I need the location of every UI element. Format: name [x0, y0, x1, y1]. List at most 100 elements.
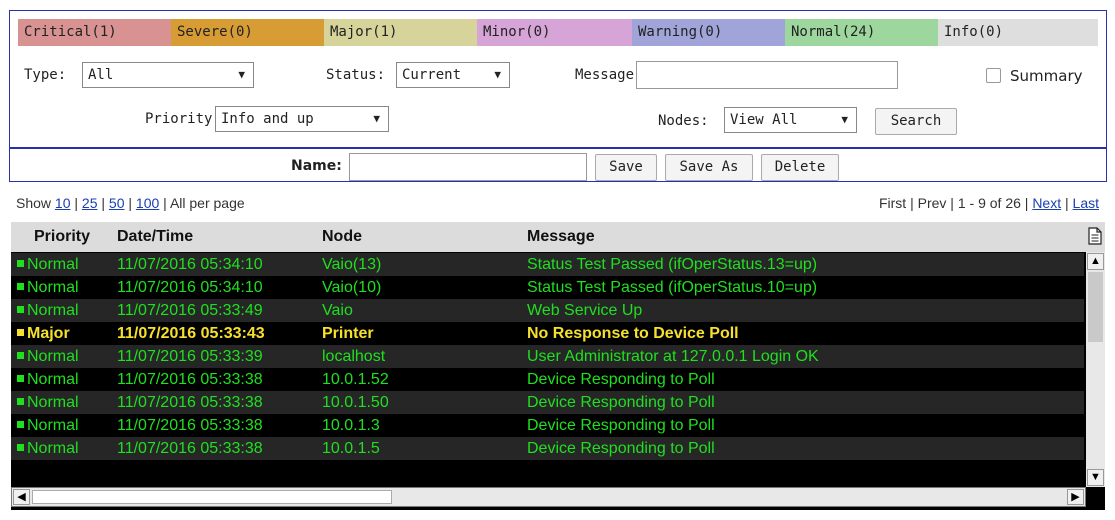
table-row[interactable]: Normal 11/07/2016 05:34:10 Vaio(13) Status …: [11, 253, 1084, 276]
cell-priority: Normal: [17, 414, 79, 437]
priority-select-value: Info and up: [221, 111, 314, 127]
cell-node: Vaio(10): [322, 279, 382, 296]
nodes-label: Nodes:: [658, 113, 709, 129]
panel-divider: [10, 147, 1106, 149]
priority-text: Major: [27, 325, 70, 342]
priority-square-icon: [17, 329, 24, 336]
page-size-10[interactable]: 10: [55, 195, 71, 211]
type-select[interactable]: All ▼: [82, 62, 254, 88]
status-select[interactable]: Current ▼: [396, 62, 510, 88]
col-header-datetime[interactable]: Date/Time: [117, 228, 193, 246]
severity-minor[interactable]: Minor(0): [477, 19, 632, 46]
cell-priority: Normal: [17, 253, 79, 276]
severity-bar: Critical(1) Severe(0) Major(1) Minor(0) …: [18, 19, 1098, 46]
table-row[interactable]: Normal 11/07/2016 05:33:39 localhost User A…: [11, 345, 1084, 368]
delete-button[interactable]: Delete: [761, 154, 839, 181]
cell-node: Vaio(13): [322, 256, 382, 273]
priority-text: Normal: [27, 371, 79, 388]
chevron-down-icon: ▼: [373, 112, 380, 125]
cell-node: Vaio: [322, 302, 353, 319]
cell-datetime: 11/07/2016 05:33:38: [117, 440, 263, 457]
priority-text: Normal: [27, 417, 79, 434]
page-size-100[interactable]: 100: [136, 195, 159, 211]
arrow-left-icon[interactable]: ◀: [13, 489, 30, 505]
col-header-priority[interactable]: Priority: [34, 228, 90, 246]
cell-priority: Normal: [17, 368, 79, 391]
severity-severe[interactable]: Severe(0): [171, 19, 324, 46]
page-range: 1 - 9 of 26: [957, 195, 1021, 211]
filter-panel: Critical(1) Severe(0) Major(1) Minor(0) …: [9, 10, 1107, 182]
severity-major[interactable]: Major(1): [324, 19, 477, 46]
table-row[interactable]: Normal 11/07/2016 05:33:38 10.0.1.5 Device …: [11, 437, 1084, 460]
cell-priority: Major: [17, 322, 70, 345]
message-input[interactable]: [636, 61, 898, 89]
table-row[interactable]: Normal 11/07/2016 05:33:49 Vaio Web Service…: [11, 299, 1084, 322]
arrow-right-icon[interactable]: ▶: [1067, 489, 1084, 505]
cell-datetime: 11/07/2016 05:33:38: [117, 417, 263, 434]
table-row[interactable]: Normal 11/07/2016 05:34:10 Vaio(10) Status …: [11, 276, 1084, 299]
cell-priority: Normal: [17, 276, 79, 299]
nodes-select[interactable]: View All ▼: [724, 107, 857, 133]
severity-normal[interactable]: Normal(24): [785, 19, 938, 46]
cell-node: 10.0.1.52: [322, 371, 389, 388]
cell-message: Web Service Up: [527, 302, 643, 319]
severity-critical[interactable]: Critical(1): [18, 19, 171, 46]
cell-node: localhost: [322, 348, 386, 365]
table-row[interactable]: Normal 11/07/2016 05:33:38 10.0.1.50 Device…: [11, 391, 1084, 414]
cell-message: No Response to Device Poll: [527, 325, 739, 342]
severity-warning[interactable]: Warning(0): [632, 19, 785, 46]
page-size-50[interactable]: 50: [109, 195, 125, 211]
cell-priority: Normal: [17, 391, 79, 414]
priority-select[interactable]: Info and up ▼: [215, 106, 389, 132]
arrow-up-icon[interactable]: ▲: [1087, 253, 1104, 270]
vertical-scroll-thumb[interactable]: [1088, 272, 1103, 342]
cell-message: Device Responding to Poll: [527, 371, 715, 388]
prev-link: Prev: [917, 195, 947, 211]
cell-priority: Normal: [17, 345, 79, 368]
cell-datetime: 11/07/2016 05:34:10: [117, 279, 263, 296]
priority-square-icon: [17, 444, 24, 451]
horizontal-scroll-thumb[interactable]: [32, 490, 392, 504]
save-as-button[interactable]: Save As: [665, 154, 753, 181]
all-per-page-label[interactable]: All per page: [170, 195, 245, 211]
priority-square-icon: [17, 306, 24, 313]
save-button[interactable]: Save: [595, 154, 657, 181]
pagination: First | Prev | 1 - 9 of 26 | Next | Last: [878, 195, 1099, 211]
cell-datetime: 11/07/2016 05:34:10: [117, 256, 263, 273]
name-label: Name:: [291, 158, 342, 174]
last-link[interactable]: Last: [1073, 195, 1099, 211]
cell-node: 10.0.1.50: [322, 394, 389, 411]
horizontal-scrollbar[interactable]: ◀ ▶: [11, 487, 1086, 507]
priority-text: Normal: [27, 279, 79, 296]
next-link[interactable]: Next: [1032, 195, 1061, 211]
table-row[interactable]: Normal 11/07/2016 05:33:38 10.0.1.3 Device …: [11, 414, 1084, 437]
chevron-down-icon: ▼: [841, 113, 848, 126]
cell-datetime: 11/07/2016 05:33:43: [117, 325, 265, 342]
cell-message: Status Test Passed (ifOperStatus.10=up): [527, 279, 818, 296]
cell-datetime: 11/07/2016 05:33:38: [117, 394, 263, 411]
name-input[interactable]: [349, 153, 587, 181]
cell-node: 10.0.1.5: [322, 440, 380, 457]
vertical-scrollbar[interactable]: ▲ ▼: [1086, 252, 1105, 487]
priority-square-icon: [17, 398, 24, 405]
arrow-down-icon[interactable]: ▼: [1087, 469, 1104, 486]
priority-square-icon: [17, 260, 24, 267]
cell-datetime: 11/07/2016 05:33:39: [117, 348, 263, 365]
cell-priority: Normal: [17, 437, 79, 460]
col-header-node[interactable]: Node: [322, 228, 362, 246]
first-link: First: [878, 195, 907, 211]
priority-text: Normal: [27, 256, 79, 273]
search-button[interactable]: Search: [875, 108, 957, 135]
document-icon[interactable]: [1088, 227, 1102, 250]
col-header-message[interactable]: Message: [527, 228, 595, 246]
cell-node: 10.0.1.3: [322, 417, 380, 434]
summary-checkbox[interactable]: [986, 68, 1001, 83]
summary-label: Summary: [1010, 67, 1083, 85]
status-select-value: Current: [402, 67, 462, 83]
cell-priority: Normal: [17, 299, 79, 322]
priority-text: Normal: [27, 440, 79, 457]
page-size-25[interactable]: 25: [82, 195, 98, 211]
table-row[interactable]: Normal 11/07/2016 05:33:38 10.0.1.52 Device…: [11, 368, 1084, 391]
table-row[interactable]: Major 11/07/2016 05:33:43 Printer No Respon…: [11, 322, 1084, 345]
severity-info[interactable]: Info(0): [938, 19, 1098, 46]
